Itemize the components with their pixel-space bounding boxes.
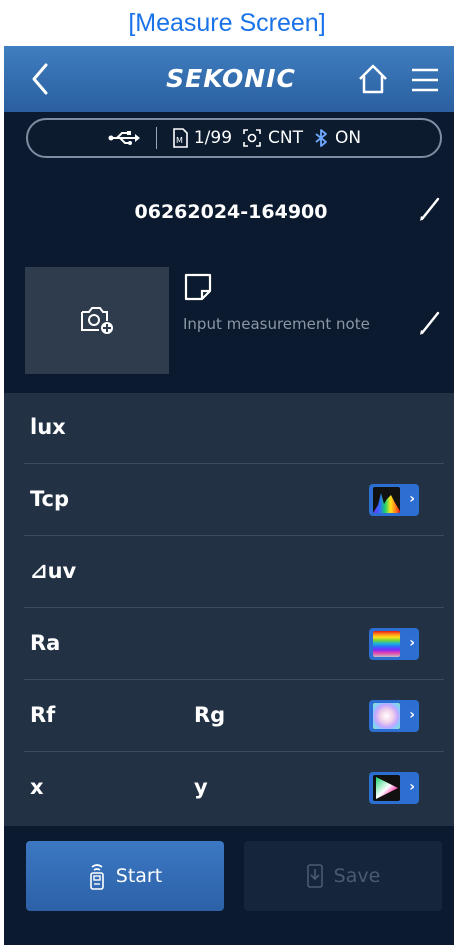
measurement-row-rf-rg: Rf Rg › (24, 681, 444, 752)
measurement-row-ra: Ra › (24, 609, 444, 680)
action-bar: Start Save (4, 826, 454, 945)
edit-note-button[interactable] (418, 310, 442, 336)
memory-card-icon: M (173, 128, 188, 148)
svg-text:M: M (176, 136, 183, 145)
measurement-row-duv: ⊿uv (24, 537, 444, 608)
measurement-row-lux: lux (24, 393, 444, 464)
mode-label: CNT (268, 128, 304, 148)
measurement-label: ⊿uv (30, 559, 77, 583)
usb-icon (107, 130, 141, 146)
save-label: Save (333, 865, 381, 887)
spectrum-graph-icon (373, 487, 400, 513)
add-photo-button[interactable] (25, 267, 169, 374)
status-bar: M 1/99 CNT ON (26, 118, 442, 158)
edit-file-name-button[interactable] (418, 196, 442, 222)
measurement-label: Rf (30, 703, 56, 727)
save-to-device-icon (306, 863, 324, 889)
measurement-label: Tcp (30, 487, 70, 511)
chromaticity-diagram-icon (373, 775, 400, 801)
status-divider (155, 127, 157, 149)
home-button[interactable] (356, 62, 390, 96)
bluetooth-icon (315, 129, 327, 147)
measurement-label-secondary: y (194, 775, 208, 799)
color-rendering-bars-icon (373, 631, 400, 657)
note-icon (183, 272, 213, 302)
start-button[interactable]: Start (26, 841, 224, 911)
measurement-label: Ra (30, 631, 61, 655)
chromaticity-button[interactable]: › (369, 772, 419, 804)
measurement-note-input[interactable]: Input measurement note (183, 315, 370, 333)
measurement-label-secondary: Rg (194, 703, 226, 727)
chevron-right-icon: › (409, 779, 415, 795)
chevron-right-icon: › (409, 635, 415, 651)
memory-count: 1/99 (193, 128, 233, 148)
pencil-icon (420, 197, 440, 221)
app-screen: SEKONIC M 1/99 CNT ON 06262024-164900 In… (4, 46, 454, 945)
bluetooth-status: ON (335, 128, 362, 148)
start-label: Start (115, 865, 163, 887)
measurement-list: lux Tcp › ⊿uv Ra › Rf Rg › x y › (4, 393, 454, 826)
measurement-file-name: 06262024-164900 (134, 201, 328, 223)
screen-caption: [Measure Screen] (128, 9, 326, 37)
pencil-icon (420, 311, 440, 335)
color-rendering-button[interactable]: › (369, 628, 419, 660)
spectrum-graph-button[interactable]: › (369, 484, 419, 516)
chevron-right-icon: › (409, 491, 415, 507)
chevron-right-icon: › (409, 707, 415, 723)
measurement-row-tcp: Tcp › (24, 465, 444, 536)
meter-icon (88, 862, 106, 890)
color-vector-graph-icon (373, 703, 400, 729)
color-vector-button[interactable]: › (369, 700, 419, 732)
menu-button[interactable] (408, 65, 442, 95)
hamburger-menu-icon (412, 68, 438, 92)
save-button[interactable]: Save (244, 841, 442, 911)
measurement-label: x (30, 775, 44, 799)
top-bar: SEKONIC (4, 46, 454, 112)
camera-add-icon (81, 307, 113, 334)
home-icon (359, 64, 387, 94)
continuous-mode-icon (243, 129, 261, 147)
measurement-label: lux (30, 415, 66, 439)
measurement-row-xy: x y › (24, 753, 444, 824)
